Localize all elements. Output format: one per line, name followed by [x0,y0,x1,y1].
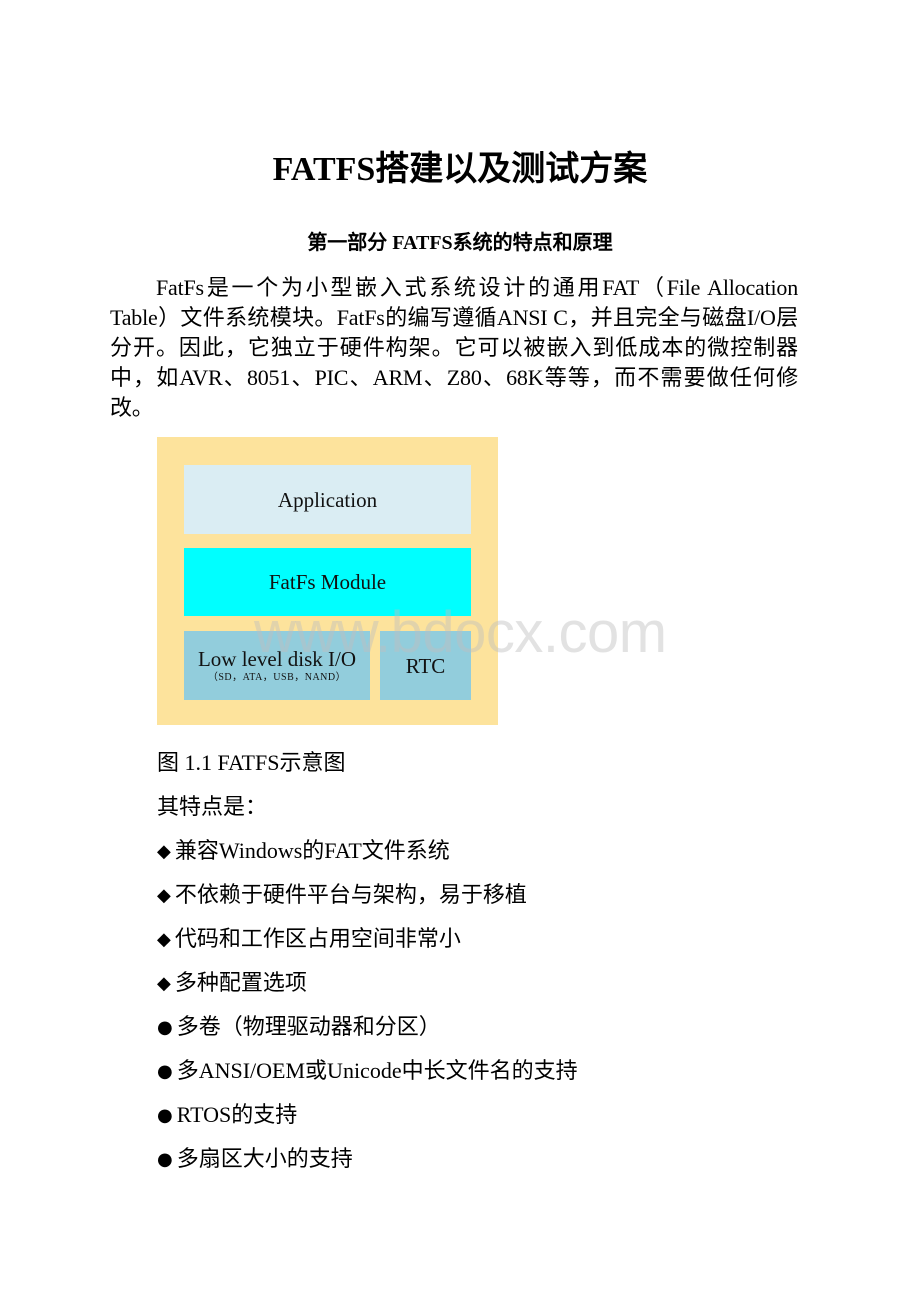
feature-text: 多种配置选项 [174,970,307,995]
diamond-bullet-icon: ◆ [157,885,171,906]
features-section: 图 1.1 FATFS示意图 其特点是： ◆ 兼容Windows的FAT文件系统 … [157,741,817,1181]
features-intro: 其特点是： [157,794,268,819]
feature-text: RTOS的支持 [176,1102,298,1127]
diagram-layer-fatfs-module: FatFs Module [184,548,471,616]
diamond-bullet-icon: ◆ [157,973,171,994]
diamond-bullet-icon: ◆ [157,841,171,862]
feature-text: 兼容Windows的FAT文件系统 [174,838,450,863]
feature-subitem: ● 多卷（物理驱动器和分区） [157,1005,817,1049]
diagram-layer-label: Application [277,487,378,512]
feature-subitem: ● 多扇区大小的支持 [157,1137,817,1181]
diagram-layer-label: RTC [405,653,446,678]
diagram-layer-rtc: RTC [380,631,471,700]
diagram-layer-low-level-disk-io: Low level disk I/O （SD，ATA，USB，NAND） [184,631,370,700]
diagram-layer-label: Low level disk I/O [197,646,357,671]
page-title: FATFS搭建以及测试方案 [272,151,648,188]
feature-text: 多ANSI/OEM或Unicode中长文件名的支持 [176,1058,578,1083]
dot-bullet-icon: ● [157,1061,173,1082]
fatfs-architecture-diagram: Application FatFs Module Low level disk … [157,437,498,725]
dot-bullet-icon: ● [157,1149,173,1170]
feature-text: 不依赖于硬件平台与架构，易于移植 [174,882,527,907]
figure-caption: 图 1.1 FATFS示意图 [157,750,346,775]
diagram-layer-sublabel: （SD，ATA，USB，NAND） [207,671,347,683]
dot-bullet-icon: ● [157,1017,173,1038]
dot-bullet-icon: ● [157,1105,173,1126]
feature-item: ◆ 不依赖于硬件平台与架构，易于移植 [157,873,817,917]
feature-item: ◆ 代码和工作区占用空间非常小 [157,917,817,961]
diagram-layer-label: FatFs Module [268,570,387,594]
intro-paragraph: FatFs是一个为小型嵌入式系统设计的通用FAT（File Allocation… [110,275,798,420]
feature-subitem: ● 多ANSI/OEM或Unicode中长文件名的支持 [157,1049,817,1093]
feature-text: 多卷（物理驱动器和分区） [176,1014,441,1039]
section-heading: 第一部分 FATFS系统的特点和原理 [307,232,613,254]
feature-text: 多扇区大小的支持 [176,1146,353,1171]
feature-item: ◆ 多种配置选项 [157,961,817,1005]
diagram-layer-application: Application [184,465,471,534]
feature-text: 代码和工作区占用空间非常小 [174,926,461,951]
diamond-bullet-icon: ◆ [157,929,171,950]
feature-item: ◆ 兼容Windows的FAT文件系统 [157,829,817,873]
feature-subitem: ● RTOS的支持 [157,1093,817,1137]
